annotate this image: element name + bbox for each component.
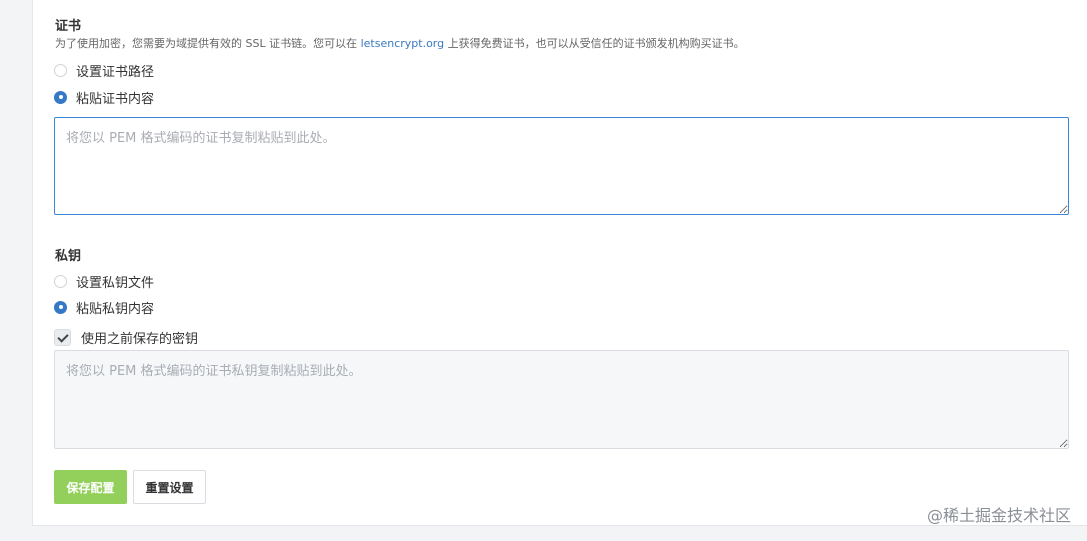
radio-private-key-file[interactable]: 设置私钥文件 xyxy=(54,272,155,291)
radio-unchecked-icon[interactable] xyxy=(54,274,67,288)
certificate-hint: 为了使用加密，您需要为域提供有效的 SSL 证书链。您可以在 letsencry… xyxy=(55,35,745,51)
certificate-content-input[interactable] xyxy=(54,117,1069,215)
checkbox-checked-icon[interactable] xyxy=(54,328,71,346)
radio-certificate-path-label: 设置证书路径 xyxy=(76,64,155,80)
radio-private-key-paste-label: 粘贴私钥内容 xyxy=(76,301,155,317)
radio-checked-icon[interactable] xyxy=(54,300,67,314)
private-key-title: 私钥 xyxy=(55,249,82,264)
radio-certificate-paste[interactable]: 粘贴证书内容 xyxy=(54,88,155,107)
use-saved-key-label: 使用之前保存的密钥 xyxy=(81,331,199,347)
hint-text-after: 上获得免费证书，也可以从受信任的证书颁发机构购买证书。 xyxy=(444,37,745,50)
radio-certificate-path[interactable]: 设置证书路径 xyxy=(54,61,155,80)
certificate-title: 证书 xyxy=(55,19,82,34)
radio-unchecked-icon[interactable] xyxy=(54,63,67,77)
radio-private-key-paste[interactable]: 粘贴私钥内容 xyxy=(54,298,155,317)
radio-certificate-paste-label: 粘贴证书内容 xyxy=(76,91,155,107)
radio-private-key-file-label: 设置私钥文件 xyxy=(76,275,155,291)
use-saved-key-checkbox-row[interactable]: 使用之前保存的密钥 xyxy=(54,327,198,347)
watermark-text: @稀土掘金技术社区 xyxy=(926,506,1071,525)
tls-settings-panel: 证书 为了使用加密，您需要为域提供有效的 SSL 证书链。您可以在 letsen… xyxy=(32,0,1087,526)
private-key-content-input xyxy=(54,350,1069,449)
reset-settings-button[interactable]: 重置设置 xyxy=(133,470,206,504)
save-config-button[interactable]: 保存配置 xyxy=(54,470,127,504)
letsencrypt-link[interactable]: letsencrypt.org xyxy=(361,37,445,50)
radio-checked-icon[interactable] xyxy=(54,90,67,104)
hint-text-before: 为了使用加密，您需要为域提供有效的 SSL 证书链。您可以在 xyxy=(55,37,361,50)
